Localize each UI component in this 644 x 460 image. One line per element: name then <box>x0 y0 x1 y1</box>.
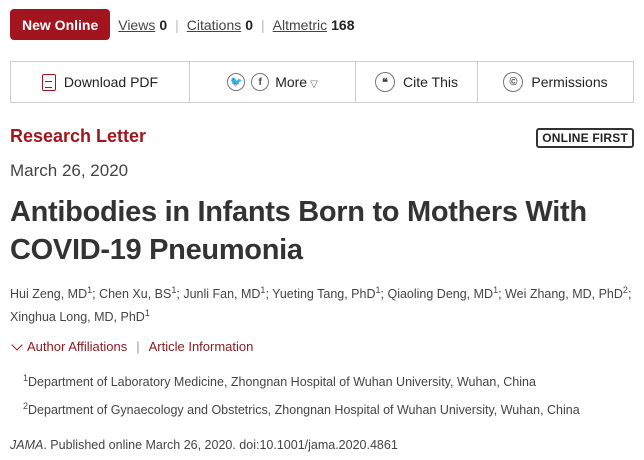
author-name[interactable]: Chen Xu, BS <box>99 287 171 301</box>
online-first-badge: ONLINE FIRST <box>536 128 634 148</box>
permissions-icon: © <box>503 72 524 92</box>
affiliation-item: 1Department of Laboratory Medicine, Zhon… <box>23 374 536 390</box>
article-type[interactable]: Research Letter <box>10 126 146 147</box>
author-name[interactable]: Xinghua Long, MD, PhD <box>10 310 145 324</box>
citation-text: . Published online March 26, 2020. doi:1… <box>43 438 398 452</box>
author-name[interactable]: Junli Fan, MD <box>183 287 260 301</box>
citations-value: 0 <box>245 16 254 33</box>
facebook-icon[interactable]: f <box>251 73 270 91</box>
author-list: Hui Zeng, MD1; Chen Xu, BS1; Junli Fan, … <box>10 283 640 329</box>
chevron-down-icon[interactable] <box>11 338 23 351</box>
affiliation-text: Department of Gynaecology and Obstetrics… <box>28 403 580 417</box>
cite-this-button[interactable]: ❝ Cite This <box>356 62 478 102</box>
page-title: Antibodies in Infants Born to Mothers Wi… <box>10 196 587 266</box>
article-info-links: Author Affiliations | Article Informatio… <box>10 338 254 354</box>
permissions-button[interactable]: © Permissions <box>478 62 633 102</box>
citations-metric[interactable]: Citations 0 <box>187 17 253 33</box>
chevron-down-icon: ▽ <box>310 79 318 90</box>
citations-label[interactable]: Citations <box>187 17 241 33</box>
share-group: 🐦 f More ▽ <box>190 62 356 102</box>
altmetric-value: 168 <box>331 16 355 33</box>
download-pdf-label: Download PDF <box>63 74 159 90</box>
views-value: 0 <box>159 16 168 33</box>
author-affiliations-link[interactable]: Author Affiliations <box>27 339 127 354</box>
metrics-bar: New Online Views 0 | Citations 0 | Altme… <box>10 9 354 40</box>
more-label: More <box>275 74 308 90</box>
affiliation-text: Department of Laboratory Medicine, Zhong… <box>28 375 536 389</box>
author-name[interactable]: Qiaoling Deng, MD <box>387 287 493 301</box>
divider: | <box>136 339 140 354</box>
author-name[interactable]: Hui Zeng, MD <box>10 287 87 301</box>
more-button[interactable]: More ▽ <box>275 74 318 90</box>
article-information-link[interactable]: Article Information <box>149 339 254 354</box>
author-affiliation-number: 1 <box>144 308 150 318</box>
citation-line: JAMA. Published online March 26, 2020. d… <box>10 438 398 452</box>
author-separator: ; <box>627 287 632 301</box>
altmetric-label[interactable]: Altmetric <box>273 17 327 33</box>
pdf-icon <box>41 73 56 91</box>
twitter-icon[interactable]: 🐦 <box>227 73 246 91</box>
divider: | <box>261 16 265 33</box>
new-online-badge: New Online <box>10 9 111 40</box>
views-metric[interactable]: Views 0 <box>118 17 167 33</box>
download-pdf-button[interactable]: Download PDF <box>11 62 190 102</box>
publication-date: March 26, 2020 <box>10 161 129 180</box>
author-name[interactable]: Wei Zhang, MD, PhD <box>505 287 623 301</box>
cite-icon: ❝ <box>375 72 395 92</box>
article-toolbar: Download PDF 🐦 f More ▽ ❝ Cite This © Per… <box>10 61 634 103</box>
author-separator: ; <box>498 287 506 301</box>
cite-this-label: Cite This <box>403 74 458 90</box>
views-label[interactable]: Views <box>118 17 155 33</box>
permissions-label: Permissions <box>531 74 608 90</box>
divider: | <box>175 16 179 33</box>
author-name[interactable]: Yueting Tang, PhD <box>272 287 375 301</box>
altmetric-metric[interactable]: Altmetric 168 <box>273 17 355 33</box>
journal-name: JAMA <box>10 438 44 452</box>
affiliation-item: 2Department of Gynaecology and Obstetric… <box>23 402 580 418</box>
